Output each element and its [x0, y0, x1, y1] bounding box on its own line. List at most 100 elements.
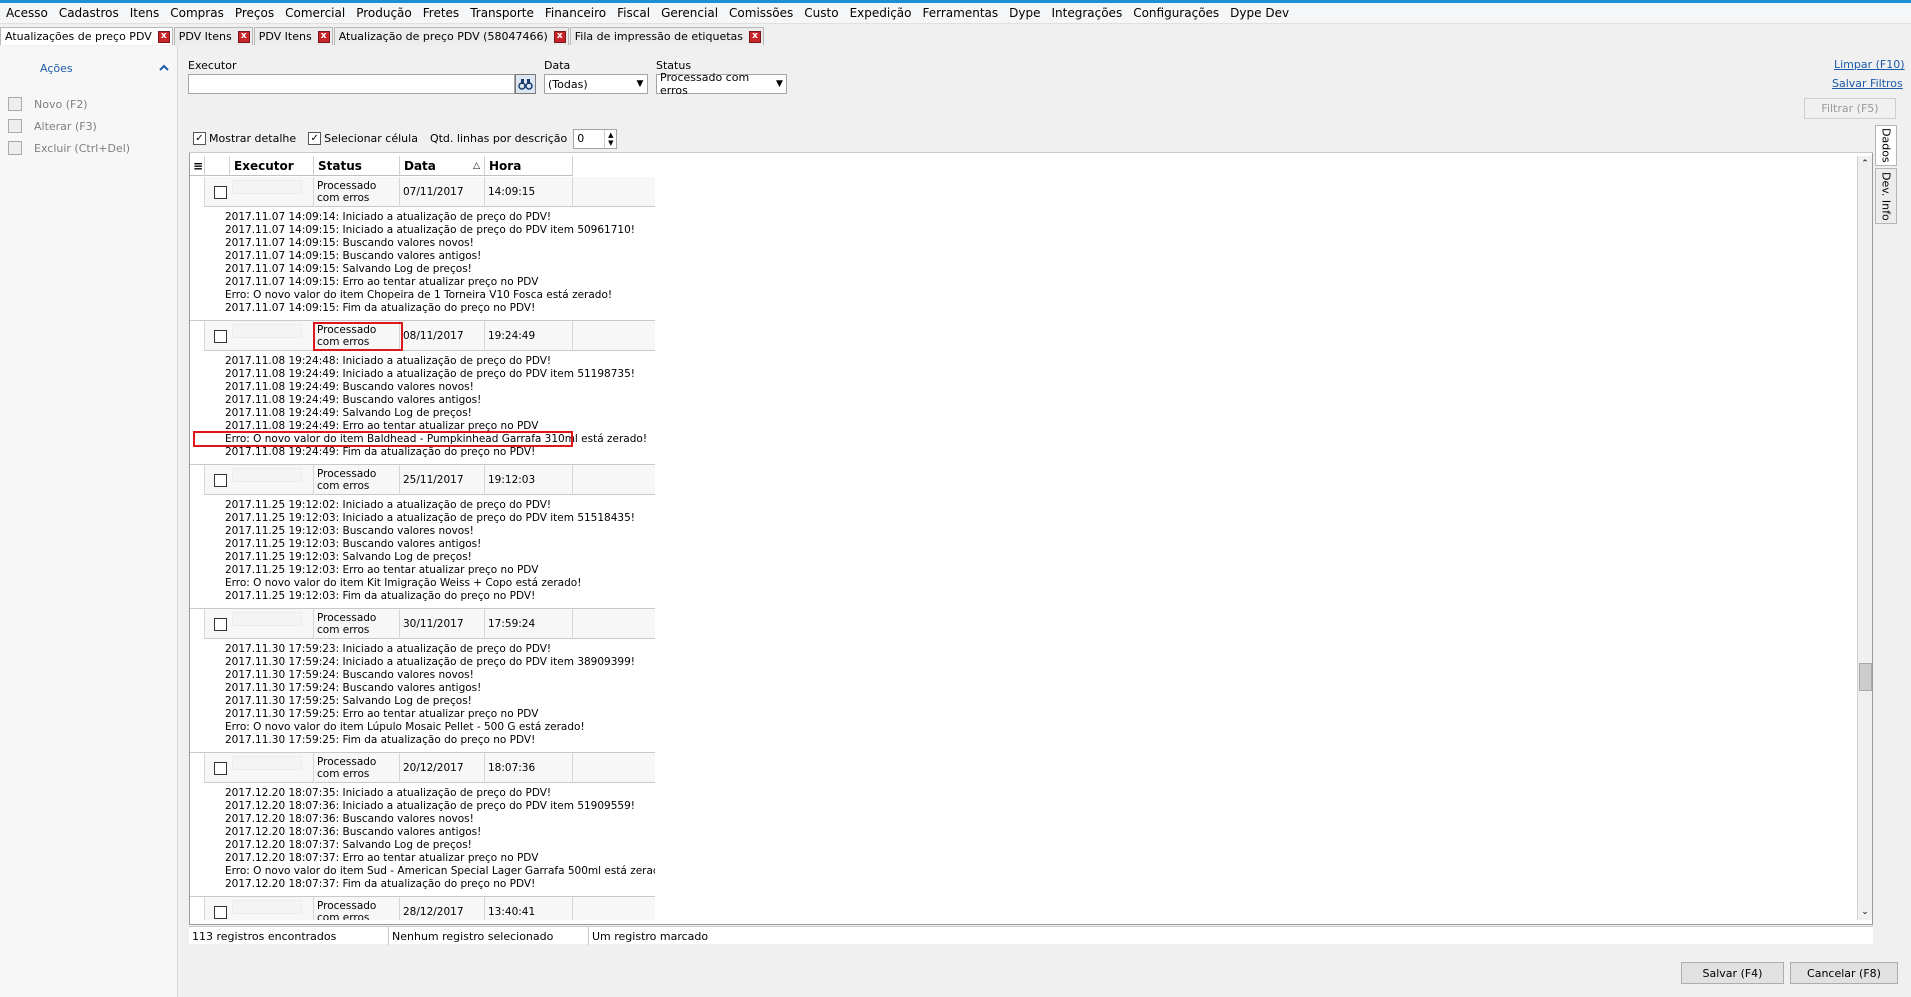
row-checkbox[interactable] — [214, 186, 227, 199]
date-cell[interactable]: 28/12/2017 — [400, 897, 485, 920]
status-select[interactable]: Processado com erros ▼ — [656, 71, 787, 97]
close-icon[interactable]: x — [749, 30, 761, 43]
menu-item-4[interactable]: Preços — [231, 6, 281, 20]
lines-per-description-spinner[interactable]: 0 ▲ ▼ — [573, 128, 618, 149]
search-executor-button[interactable] — [515, 74, 536, 94]
executor-header[interactable]: Executor — [230, 156, 314, 176]
log-line: Erro: O novo valor do item Lúpulo Mosaic… — [225, 721, 585, 733]
menu-item-6[interactable]: Produção — [352, 6, 419, 20]
actions-header[interactable]: Ações — [0, 58, 178, 78]
executor-field[interactable] — [188, 74, 515, 94]
table-row[interactable]: Processado com erros 25/11/2017 19:12:03 — [190, 465, 655, 495]
menu-item-1[interactable]: Cadastros — [55, 6, 126, 20]
executor-cell[interactable] — [230, 609, 314, 639]
close-icon[interactable]: x — [317, 30, 330, 43]
executor-cell[interactable] — [230, 897, 314, 920]
scroll-down-icon[interactable]: ⌄ — [1858, 904, 1872, 920]
scroll-up-icon[interactable]: ⌃ — [1858, 156, 1872, 172]
tab-2[interactable]: PDV Itens x — [253, 27, 333, 45]
select-cell-checkbox[interactable]: ✓ — [308, 132, 322, 145]
date-header[interactable]: Data △ — [400, 156, 485, 176]
menu-item-9[interactable]: Financeiro — [541, 6, 613, 20]
menu-item-8[interactable]: Transporte — [466, 6, 541, 20]
time-cell[interactable]: 19:12:03 — [485, 465, 573, 495]
grid-options-header[interactable]: ≡ — [190, 156, 205, 176]
status-cell[interactable]: Processado com erros — [314, 177, 400, 207]
time-cell[interactable]: 14:09:15 — [485, 177, 573, 207]
table-row[interactable]: Processado com erros 28/12/2017 13:40:41 — [190, 897, 655, 920]
save-button[interactable]: Salvar (F4) — [1681, 962, 1784, 984]
time-cell[interactable]: 19:24:49 — [485, 321, 573, 351]
menu-item-18[interactable]: Configurações — [1129, 6, 1226, 20]
time-header[interactable]: Hora — [485, 156, 573, 176]
row-checkbox[interactable] — [214, 618, 227, 631]
menu-item-5[interactable]: Comercial — [281, 6, 352, 20]
filter-button[interactable]: Filtrar (F5) — [1804, 98, 1896, 119]
tab-4[interactable]: Fila de impressão de etiquetas x — [569, 27, 764, 45]
action-edit[interactable]: Alterar (F3) — [8, 118, 97, 134]
status-cell[interactable]: Processado com erros — [314, 609, 400, 639]
menu-item-12[interactable]: Comissões — [725, 6, 800, 20]
cancel-button[interactable]: Cancelar (F8) — [1790, 962, 1898, 984]
status-cell[interactable]: Processado com erros — [314, 753, 400, 783]
save-filters-link[interactable]: Salvar Filtros — [1832, 77, 1903, 90]
menu-item-15[interactable]: Ferramentas — [919, 6, 1006, 20]
row-checkbox[interactable] — [214, 762, 227, 775]
status-cell[interactable]: Processado com erros — [314, 897, 400, 920]
executor-cell[interactable] — [230, 753, 314, 783]
executor-cell[interactable] — [230, 177, 314, 207]
date-cell[interactable]: 08/11/2017 — [400, 321, 485, 351]
scroll-thumb[interactable] — [1859, 663, 1872, 691]
date-cell[interactable]: 25/11/2017 — [400, 465, 485, 495]
menu-item-19[interactable]: Dype Dev — [1226, 6, 1296, 20]
menu-item-17[interactable]: Integrações — [1047, 6, 1129, 20]
tab-dev-info[interactable]: Dev. Info — [1875, 168, 1897, 224]
grid-toolbar: ✓ Mostrar detalhe ✓ Selecionar célula Qt… — [189, 125, 1873, 153]
menu-item-14[interactable]: Expedição — [846, 6, 919, 20]
table-row[interactable]: Processado com erros 20/12/2017 18:07:36 — [190, 753, 655, 783]
action-new[interactable]: Novo (F2) — [8, 96, 88, 112]
select-cell-option[interactable]: ✓ Selecionar célula — [308, 132, 418, 145]
table-row[interactable]: Processado com erros 30/11/2017 17:59:24 — [190, 609, 655, 639]
menu-item-11[interactable]: Gerencial — [657, 6, 725, 20]
menu-item-2[interactable]: Itens — [126, 6, 166, 20]
tab-dados[interactable]: Dados — [1875, 125, 1897, 166]
menu-item-10[interactable]: Fiscal — [613, 6, 657, 20]
menu-item-7[interactable]: Fretes — [419, 6, 466, 20]
menu-item-16[interactable]: Dype — [1005, 6, 1047, 20]
row-checkbox[interactable] — [214, 474, 227, 487]
time-cell[interactable]: 13:40:41 — [485, 897, 573, 920]
close-icon[interactable]: x — [237, 30, 250, 43]
tab-1[interactable]: PDV Itens x — [173, 27, 253, 45]
table-row[interactable]: Processado com erros 08/11/2017 19:24:49 — [190, 321, 655, 351]
close-icon[interactable]: x — [157, 30, 170, 43]
row-checkbox[interactable] — [214, 330, 227, 343]
status-header[interactable]: Status — [314, 156, 400, 176]
time-cell[interactable]: 17:59:24 — [485, 609, 573, 639]
time-cell[interactable]: 18:07:36 — [485, 753, 573, 783]
show-detail-checkbox[interactable]: ✓ — [193, 132, 206, 145]
grid-options-icon[interactable]: ≡ — [193, 159, 203, 173]
select-header[interactable] — [205, 156, 230, 176]
tab-3[interactable]: Atualização de preço PDV (58047466) x — [333, 27, 569, 45]
spinner-arrows-icon[interactable]: ▲ ▼ — [604, 129, 616, 148]
date-cell[interactable]: 07/11/2017 — [400, 177, 485, 207]
clear-filters-link[interactable]: Limpar (F10) — [1834, 58, 1905, 71]
date-cell[interactable]: 20/12/2017 — [400, 753, 485, 783]
table-row[interactable]: Processado com erros 07/11/2017 14:09:15 — [190, 177, 655, 207]
menu-item-0[interactable]: Acesso — [2, 6, 55, 20]
show-detail-option[interactable]: ✓ Mostrar detalhe — [193, 132, 296, 145]
action-delete[interactable]: Excluir (Ctrl+Del) — [8, 140, 130, 156]
date-select[interactable]: (Todas) ▼ — [544, 74, 648, 94]
date-cell[interactable]: 30/11/2017 — [400, 609, 485, 639]
menu-item-3[interactable]: Compras — [166, 6, 231, 20]
close-icon[interactable]: x — [553, 30, 566, 43]
chevron-up-icon[interactable] — [158, 62, 170, 74]
row-checkbox[interactable] — [214, 906, 227, 919]
status-cell[interactable]: Processado com erros — [314, 465, 400, 495]
executor-cell[interactable] — [230, 465, 314, 495]
menu-item-13[interactable]: Custo — [800, 6, 845, 20]
grid-vertical-scrollbar[interactable]: ⌃ ⌄ — [1857, 156, 1872, 920]
executor-cell[interactable] — [230, 321, 314, 351]
tab-0[interactable]: Atualizações de preço PDV x — [0, 27, 173, 45]
